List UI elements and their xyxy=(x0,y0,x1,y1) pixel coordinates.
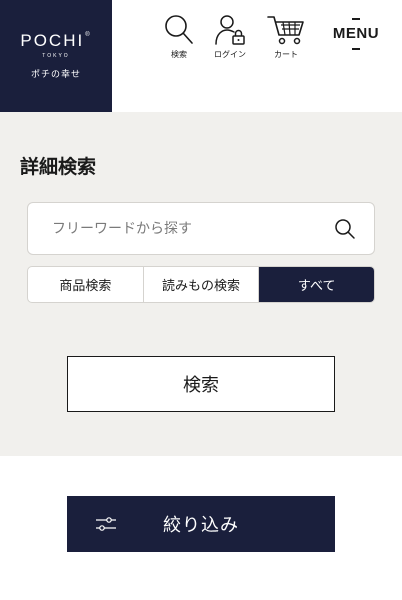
search-icon xyxy=(165,15,193,44)
header-search-button[interactable]: 検索 xyxy=(157,14,201,60)
tab-article-search[interactable]: 読みもの検索 xyxy=(144,267,260,302)
brand-logo[interactable]: POCHI® TOKYO ポチの幸せ xyxy=(0,0,112,112)
user-lock-icon xyxy=(215,15,245,45)
search-icon[interactable] xyxy=(334,218,356,240)
header-login-label: ログイン xyxy=(214,50,246,59)
logo-city: TOKYO xyxy=(42,53,70,59)
filter-label: 絞り込み xyxy=(163,515,239,536)
tab-product-search[interactable]: 商品検索 xyxy=(28,267,144,302)
search-input[interactable] xyxy=(52,203,332,254)
header-search-label: 検索 xyxy=(171,50,187,59)
filter-button[interactable]: 絞り込み xyxy=(67,496,335,552)
search-box xyxy=(27,202,375,255)
search-submit-button[interactable]: 検索 xyxy=(67,356,335,412)
menu-label: MENU xyxy=(332,25,380,42)
header-cart-button[interactable]: カート xyxy=(264,14,308,60)
header-cart-label: カート xyxy=(274,50,298,59)
logo-tagline: ポチの幸せ xyxy=(30,70,81,80)
panel-title: 詳細検索 xyxy=(20,156,97,178)
menu-dash-bottom xyxy=(352,48,360,50)
tab-all[interactable]: すべて xyxy=(259,267,374,302)
advanced-search-panel: 詳細検索 商品検索 読みもの検索 すべて 検索 xyxy=(0,112,402,456)
cart-icon xyxy=(267,16,304,45)
header-login-button[interactable]: ログイン xyxy=(208,14,252,60)
logo-wordmark: POCHI® xyxy=(20,31,92,50)
search-scope-tabs: 商品検索 読みもの検索 すべて xyxy=(27,266,375,303)
menu-button[interactable]: MENU xyxy=(326,18,386,62)
menu-dash-top xyxy=(352,18,360,20)
site-header: POCHI® TOKYO ポチの幸せ 検索 ログイン カート MENU xyxy=(0,0,402,112)
